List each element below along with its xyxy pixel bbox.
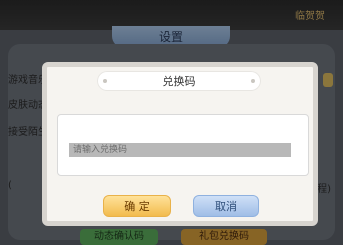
redeem-code-dialog: 兑换码 确 定 取消 (42, 62, 318, 226)
cancel-button[interactable]: 取消 (193, 195, 259, 217)
dialog-title: 兑换码 (162, 75, 196, 88)
confirm-button[interactable]: 确 定 (103, 195, 171, 217)
redeem-code-input[interactable] (69, 143, 291, 157)
input-container (57, 114, 309, 176)
dialog-title-bar: 兑换码 (97, 71, 261, 91)
dot-icon (251, 79, 255, 83)
